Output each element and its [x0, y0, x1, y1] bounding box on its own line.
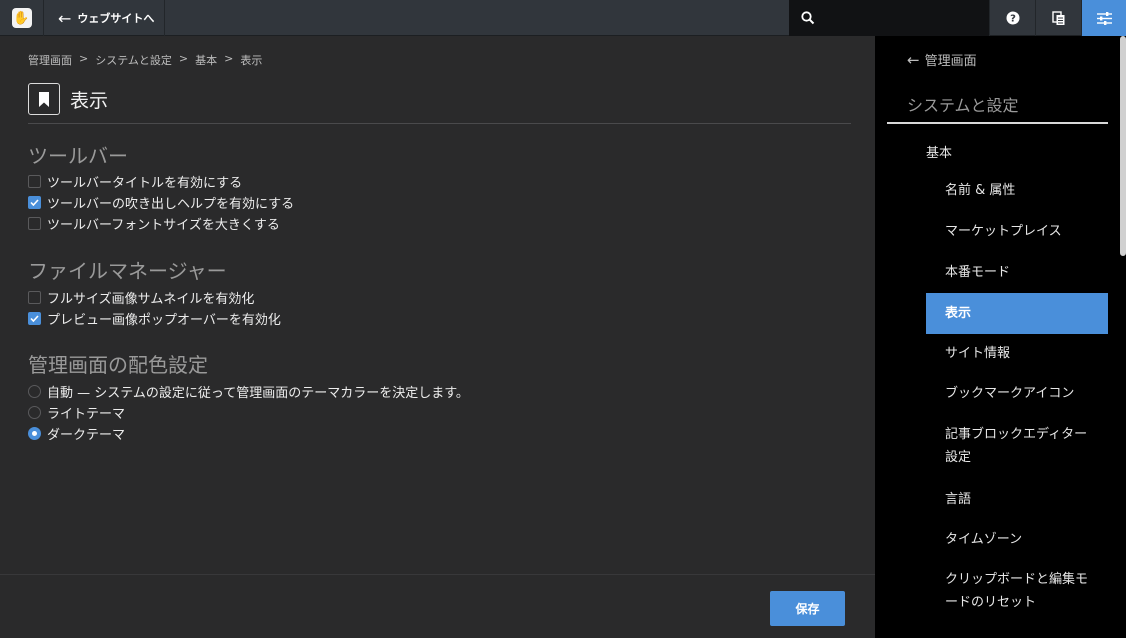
checkmark-icon	[30, 314, 39, 322]
breadcrumb-separator: >	[224, 52, 234, 65]
option-label: フルサイズ画像サムネイルを有効化	[47, 291, 255, 307]
breadcrumb-system-settings[interactable]: システムと設定	[95, 52, 172, 68]
radio-unselected[interactable]	[28, 384, 41, 398]
sidebar-item-production-mode[interactable]: 本番モード	[926, 261, 1108, 284]
sidebar-item-timezone[interactable]: タイムゾーン	[926, 528, 1108, 551]
preview-popover-checkbox[interactable]: プレビュー画像ポップオーバーを有効化	[28, 309, 281, 328]
checkbox-unchecked[interactable]	[28, 290, 41, 304]
checkbox-unchecked[interactable]	[28, 216, 41, 230]
radio-selected[interactable]	[28, 426, 41, 440]
sidebar-scrollbar[interactable]	[1120, 36, 1126, 256]
sidebar-title: システムと設定	[907, 96, 1019, 115]
logo-button[interactable]: ✋	[0, 0, 44, 36]
sidebar-item-bookmark-icon[interactable]: ブックマークアイコン	[926, 382, 1108, 405]
sidebar-item-display[interactable]: 表示	[926, 293, 1108, 334]
bookmark-icon	[28, 83, 60, 115]
sidebar-item-site-info[interactable]: サイト情報	[926, 342, 1108, 365]
save-button[interactable]: 保存	[770, 591, 845, 626]
sidebar-divider	[887, 122, 1108, 124]
option-label: 自動 — システムの設定に従って管理画面のテーマカラーを決定します。	[47, 385, 469, 401]
sidebar-back-label: 管理画面	[924, 54, 977, 69]
option-label: ツールバーの吹き出しヘルプを有効にする	[47, 196, 295, 212]
search-icon	[801, 11, 815, 25]
breadcrumb-current: 表示	[240, 54, 263, 67]
option-label: ツールバータイトルを有効にする	[47, 175, 243, 191]
theme-auto-radio[interactable]: 自動 — システムの設定に従って管理画面のテーマカラーを決定します。	[28, 382, 469, 401]
settings-button[interactable]	[1081, 0, 1126, 36]
checkbox-checked[interactable]	[28, 311, 41, 325]
option-label: ダークテーマ	[47, 427, 126, 443]
checkbox-checked[interactable]	[28, 195, 41, 209]
search-input[interactable]	[789, 0, 989, 36]
sidebar-back-link[interactable]: ← 管理画面	[907, 50, 977, 70]
toolbar-title-checkbox[interactable]: ツールバータイトルを有効にする	[28, 172, 243, 191]
back-to-website-button[interactable]: ← ウェブサイトへ	[44, 0, 165, 36]
sidebar-item-name-attributes[interactable]: 名前 & 属性	[926, 179, 1108, 202]
arrow-left-icon: ←	[58, 8, 72, 28]
arrow-left-icon: ←	[907, 50, 920, 69]
breadcrumb-separator: >	[79, 52, 89, 65]
sidebar-group-basic[interactable]: 基本	[926, 142, 952, 161]
page-header: 表示	[28, 83, 108, 115]
option-label: ツールバーフォントサイズを大きくする	[47, 217, 280, 233]
sidebar-item-language[interactable]: 言語	[926, 488, 1108, 511]
checkbox-unchecked[interactable]	[28, 174, 41, 188]
breadcrumb-separator: >	[178, 52, 189, 65]
radio-unselected[interactable]	[28, 405, 41, 419]
breadcrumb: 管理画面 > システムと設定 > 基本 > 表示	[28, 52, 262, 68]
breadcrumb-admin[interactable]: 管理画面	[28, 52, 72, 68]
settings-sidebar: ← 管理画面 システムと設定 基本 名前 & 属性 マーケットプレイス 本番モー…	[875, 36, 1126, 638]
section-title-toolbar: ツールバー	[28, 144, 128, 168]
page-title: 表示	[70, 89, 109, 112]
breadcrumb-basic[interactable]: 基本	[195, 52, 217, 68]
top-toolbar: ✋ ← ウェブサイトへ ?	[0, 0, 1126, 36]
sidebar-item-marketplace[interactable]: マーケットプレイス	[926, 220, 1108, 243]
settings-sliders-icon	[1097, 11, 1112, 25]
sidebar-item-clipboard-reset[interactable]: クリップボードと編集モードのリセット	[926, 568, 1096, 614]
sidebar-item-block-editor-settings[interactable]: 記事ブロックエディター設定	[926, 423, 1096, 469]
checkmark-icon	[30, 198, 39, 206]
documents-icon	[1051, 10, 1064, 25]
section-title-file-manager: ファイルマネージャー	[28, 259, 227, 283]
fullsize-thumbnail-checkbox[interactable]: フルサイズ画像サムネイルを有効化	[28, 288, 255, 307]
header-divider	[28, 123, 851, 124]
option-label: プレビュー画像ポップオーバーを有効化	[47, 312, 281, 328]
help-button[interactable]: ?	[989, 0, 1035, 36]
main-content: 管理画面 > システムと設定 > 基本 > 表示 表示 ツールバー ツールバータ…	[0, 36, 875, 638]
toolbar-large-font-checkbox[interactable]: ツールバーフォントサイズを大きくする	[28, 214, 280, 233]
help-icon: ?	[1006, 11, 1019, 25]
theme-dark-radio[interactable]: ダークテーマ	[28, 424, 126, 443]
option-label: ライトテーマ	[47, 406, 126, 422]
section-title-color-scheme: 管理画面の配色設定	[28, 353, 208, 377]
form-footer: 保存	[0, 574, 875, 638]
logo-icon: ✋	[11, 8, 32, 28]
theme-light-radio[interactable]: ライトテーマ	[28, 403, 126, 422]
toolbar-tooltip-help-checkbox[interactable]: ツールバーの吹き出しヘルプを有効にする	[28, 193, 295, 212]
documents-button[interactable]	[1035, 0, 1081, 36]
back-to-website-label: ウェブサイトへ	[77, 12, 155, 25]
svg-text:?: ?	[1010, 14, 1016, 25]
